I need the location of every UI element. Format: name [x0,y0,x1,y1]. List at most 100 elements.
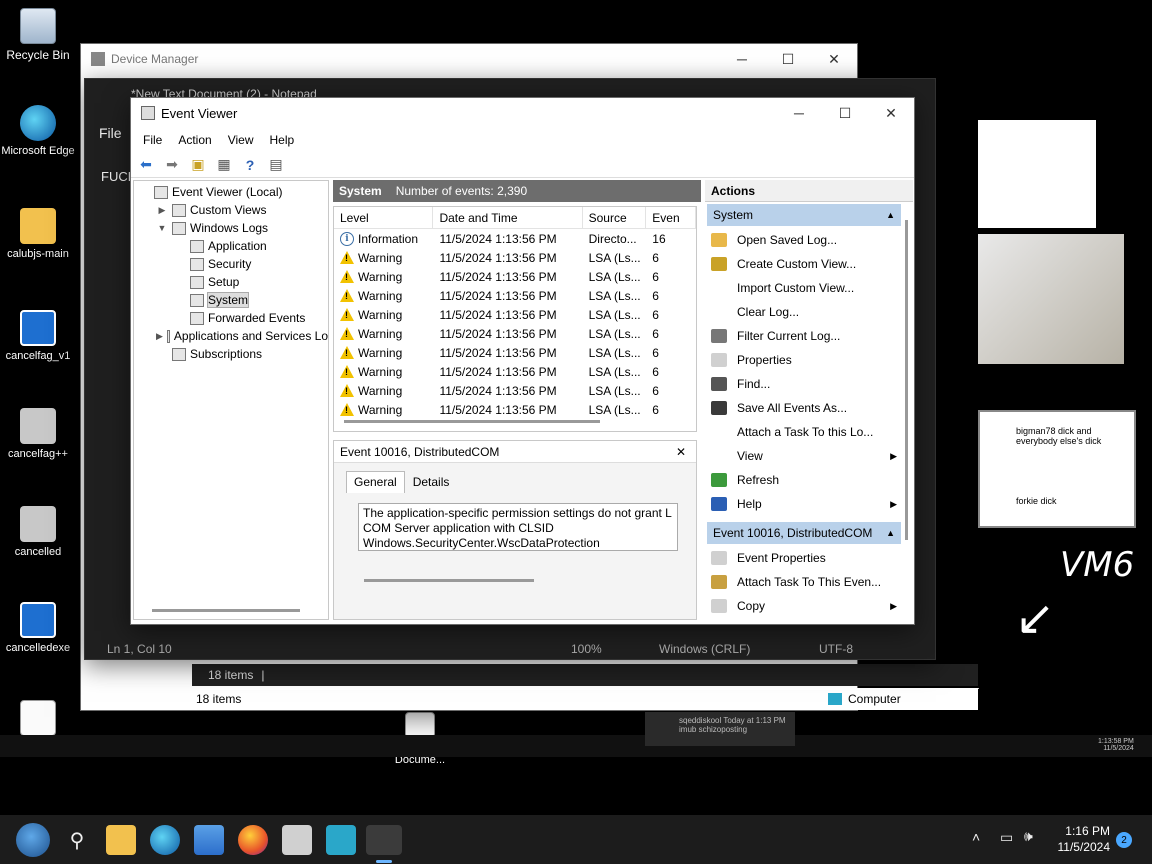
action-item[interactable]: Save All Events As... [705,396,901,420]
table-row[interactable]: Warning 11/5/2024 1:13:56 PM LSA (Ls... 6 [334,286,696,305]
tree-item[interactable]: ▶ Custom Views [134,201,328,219]
log-icon [190,293,204,307]
up-folder-icon[interactable]: ▣ [187,155,209,175]
tree-item[interactable]: ▶ Applications and Services Lo [134,327,328,345]
desktop-icon-cancelled[interactable]: cancelled [0,506,76,558]
actions-vertical-scrollbar[interactable] [905,220,908,540]
chevron-right-icon[interactable]: ▶ [156,205,168,216]
tree-item[interactable]: Setup [134,273,328,291]
actions-section-system[interactable]: System ▲ [707,204,901,226]
firefox-icon[interactable] [238,825,268,855]
volume-icon[interactable]: 🕪 [1024,828,1033,845]
back-arrow-icon[interactable]: ⬅ [135,155,157,175]
column-header-level[interactable]: Level [334,207,434,229]
network-icon[interactable]: ▭ [1000,829,1013,846]
table-row[interactable]: Warning 11/5/2024 1:13:56 PM LSA (Ls... 6 [334,381,696,400]
table-row[interactable]: Warning 11/5/2024 1:13:56 PM LSA (Ls... 6 [334,248,696,267]
folder-icon [20,208,56,244]
tree-item[interactable]: Forwarded Events [134,309,328,327]
close-button[interactable]: ✕ [868,98,914,128]
active-app-icon[interactable] [366,825,402,855]
action-item[interactable]: Refresh [705,468,901,492]
log-icon [166,329,170,343]
tree-item[interactable]: Application [134,237,328,255]
action-item[interactable]: Open Saved Log... [705,228,901,252]
desktop-wallpaper-image [978,234,1124,364]
action-label: Create Custom View... [737,257,857,271]
forward-arrow-icon[interactable]: ➡ [161,155,183,175]
start-button[interactable] [16,823,50,857]
maximize-button[interactable]: ☐ [822,98,868,128]
file-explorer-icon[interactable] [106,825,136,855]
action-item[interactable]: View ▶ [705,444,901,468]
tree-item-label: Application [208,239,267,253]
table-row[interactable]: i Information 11/5/2024 1:13:56 PM Directo.… [334,229,696,248]
detail-horizontal-scrollbar[interactable] [364,579,534,582]
menu-file[interactable]: File [135,133,170,147]
table-row[interactable]: Warning 11/5/2024 1:13:56 PM LSA (Ls... 6 [334,305,696,324]
notification-badge[interactable]: 2 [1116,832,1132,848]
desktop-icon-cancelfag-v1[interactable]: cancelfag_v1 [0,310,76,362]
column-header-source[interactable]: Source [583,207,647,229]
taskbar-clock[interactable]: 1:16 PM 11/5/2024 [1050,823,1111,855]
chevron-up-icon[interactable]: ˄ [972,829,980,845]
action-item[interactable]: Event Properties [705,546,901,570]
menu-view[interactable]: View [220,133,262,147]
desktop-icon-cancelledexe[interactable]: cancelledexe [0,602,76,654]
action-item[interactable]: Help ▶ [705,492,901,516]
column-header-event-id[interactable]: Even [646,207,696,229]
device-manager-titlebar[interactable]: Device Manager ─ ☐ ✕ [81,44,857,74]
column-header-date[interactable]: Date and Time [433,207,583,229]
action-item[interactable]: Import Custom View... [705,276,901,300]
table-row[interactable]: Warning 11/5/2024 1:13:56 PM LSA (Ls... 6 [334,267,696,286]
tab-general[interactable]: General [346,471,405,493]
action-item[interactable]: Attach Task To This Even... [705,570,901,594]
action-item[interactable]: Properties [705,348,901,372]
events-grid[interactable]: Level Date and Time Source Even i Informa… [333,206,697,432]
show-hide-action-pane-icon[interactable]: ▤ [265,155,287,175]
actions-section-event[interactable]: Event 10016, DistributedCOM ▲ [707,522,901,544]
tree-item[interactable]: Security [134,255,328,273]
action-item[interactable]: Copy ▶ [705,594,901,618]
action-item[interactable]: Filter Current Log... [705,324,901,348]
action-item[interactable]: Clear Log... [705,300,901,324]
action-item[interactable]: Find... [705,372,901,396]
table-row[interactable]: Warning 11/5/2024 1:13:56 PM LSA (Ls... 6 [334,324,696,343]
grid-horizontal-scrollbar[interactable] [344,420,600,423]
menu-action[interactable]: Action [170,133,219,147]
tree-item[interactable]: Subscriptions [134,345,328,363]
desktop-icon-edge[interactable]: Microsoft Edge [0,105,76,157]
minimize-button[interactable]: ─ [719,44,765,74]
search-icon[interactable]: ⚲ [62,825,92,855]
tree-item[interactable]: Event Viewer (Local) [134,183,328,201]
chevron-right-icon[interactable]: ▶ [156,331,163,342]
desktop-icon-recycle-bin[interactable]: Recycle Bin [0,8,76,62]
tree-horizontal-scrollbar[interactable] [152,609,300,612]
close-icon[interactable]: ✕ [676,445,696,459]
action-item[interactable]: Create Custom View... [705,252,901,276]
desktop-icon-cancelfag-pp[interactable]: cancelfag++ [0,408,76,460]
chevron-down-icon[interactable]: ▼ [156,223,168,233]
edge-icon[interactable] [150,825,180,855]
event-viewer-titlebar[interactable]: Event Viewer ─ ☐ ✕ [131,98,914,128]
show-hide-tree-icon[interactable]: ▦ [213,155,235,175]
tree-item[interactable]: ▼ Windows Logs [134,219,328,237]
menu-help[interactable]: Help [262,133,303,147]
vm-app-icon[interactable] [282,825,312,855]
action-item[interactable]: Attach a Task To this Lo... [705,420,901,444]
table-row[interactable]: Warning 11/5/2024 1:13:56 PM LSA (Ls... 6 [334,343,696,362]
notepad-icon[interactable] [326,825,356,855]
store-icon[interactable] [194,825,224,855]
help-icon[interactable]: ? [239,155,261,175]
minimize-button[interactable]: ─ [776,98,822,128]
table-row[interactable]: Warning 11/5/2024 1:13:56 PM LSA (Ls... 6 [334,362,696,381]
event-date: 11/5/2024 1:13:56 PM [439,288,557,303]
tab-details[interactable]: Details [405,471,458,493]
maximize-button[interactable]: ☐ [765,44,811,74]
notepad-menu-file[interactable]: File [99,125,122,141]
table-row[interactable]: Warning 11/5/2024 1:13:56 PM LSA (Ls... 6 [334,400,696,419]
desktop-icon-calubjs[interactable]: calubjs-main [0,208,76,260]
close-button[interactable]: ✕ [811,44,857,74]
event-viewer-window[interactable]: Event Viewer ─ ☐ ✕ File Action View Help… [130,97,915,625]
tree-item[interactable]: System [134,291,328,309]
